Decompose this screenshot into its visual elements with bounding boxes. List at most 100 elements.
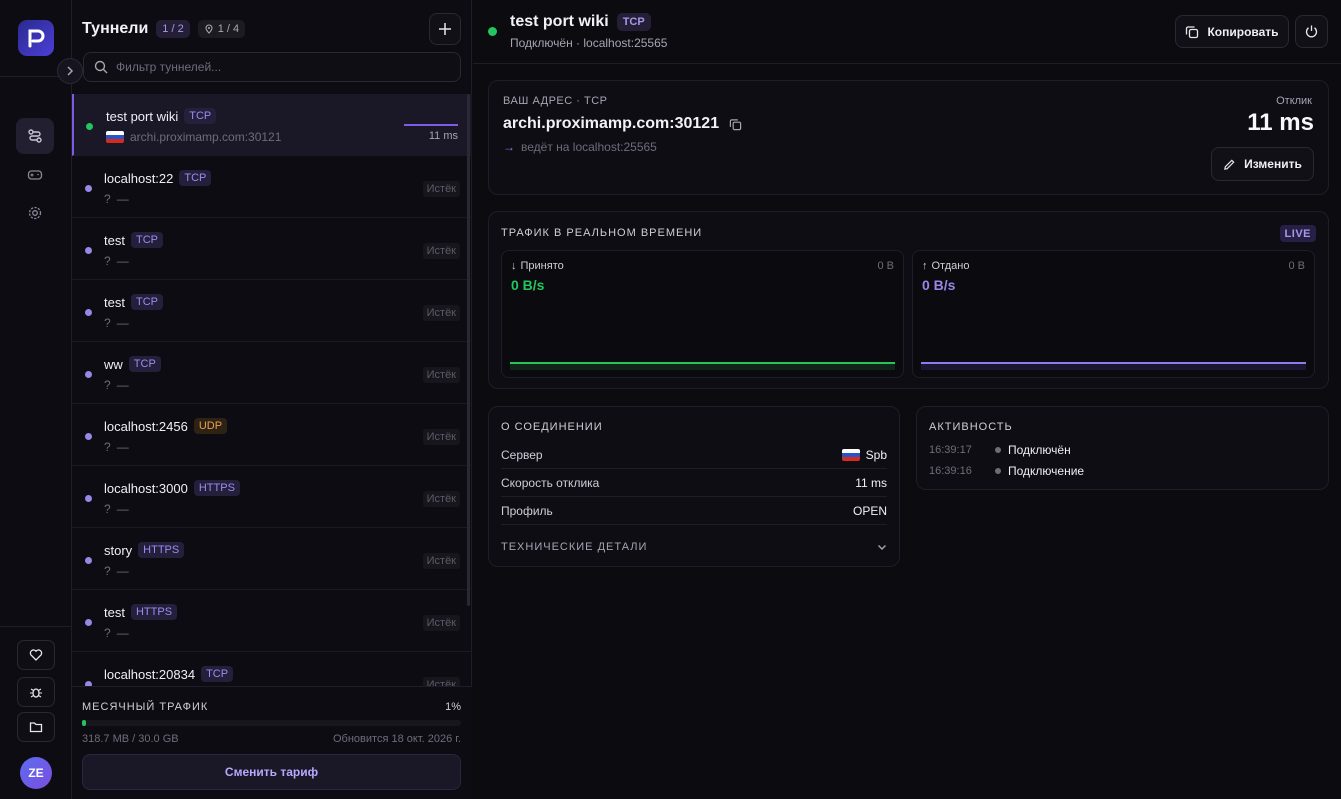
latency-row: Скорость отклика 11 ms: [501, 469, 887, 497]
tunnel-name: test port wiki: [106, 108, 179, 124]
tunnel-item[interactable]: test HTTPS ? — Истёк: [72, 590, 472, 652]
tunnel-name-row: test HTTPS: [104, 604, 178, 620]
tunnel-details: test port wiki TCP Подключён · localhost…: [473, 0, 1341, 799]
activity-item: 16:39:17 Подключён: [929, 443, 1071, 457]
tunnel-name: ww: [104, 356, 123, 372]
tunnel-item[interactable]: localhost:22 TCP ? — Истёк: [72, 156, 472, 218]
empty-address: —: [116, 378, 129, 392]
offline-status-dot: [85, 619, 92, 626]
tunnel-item[interactable]: test port wiki TCP archi.proximamp.com:3…: [72, 94, 472, 156]
gamepad-icon: [27, 170, 43, 180]
activity-item: 16:39:16 Подключение: [929, 464, 1084, 478]
received-label: Принято: [520, 260, 564, 272]
tunnel-list-scrollbar[interactable]: [467, 94, 470, 606]
unknown-location: ?: [104, 192, 111, 206]
received-rate: 0 B/s: [511, 277, 545, 293]
latency-caption: Отклик: [1276, 95, 1312, 107]
search-icon: [94, 60, 108, 74]
expired-badge: Истёк: [422, 553, 460, 569]
unknown-location: ?: [104, 254, 111, 268]
offline-status-dot: [85, 495, 92, 502]
tunnel-name: test: [104, 604, 125, 620]
arrow-right-icon: →: [503, 140, 515, 154]
profile-label: Профиль: [501, 503, 553, 518]
traffic-renew-date: Обновится 18 окт. 2026 г.: [333, 733, 461, 745]
change-plan-button[interactable]: Сменить тариф: [82, 754, 461, 790]
nav-tunnels-button[interactable]: [16, 118, 54, 154]
tunnel-item[interactable]: localhost:2456 UDP ? — Истёк: [72, 404, 472, 466]
empty-address: —: [116, 254, 129, 268]
server-row: Сервер Spb: [501, 441, 887, 469]
address-card: ВАШ АДРЕС · TCP archi.proximamp.com:3012…: [488, 80, 1329, 195]
connection-card: О СОЕДИНЕНИИ Сервер Spb Скорость отклика…: [488, 406, 900, 567]
tunnel-name-row: localhost:3000 HTTPS: [104, 480, 240, 496]
empty-address: —: [116, 440, 129, 454]
report-bug-button[interactable]: [17, 677, 55, 707]
activity-dot: [995, 468, 1001, 474]
tunnel-item[interactable]: localhost:3000 HTTPS ? — Истёк: [72, 466, 472, 528]
technical-details-label: ТЕХНИЧЕСКИЕ ДЕТАЛИ: [501, 541, 648, 553]
tunnel-name-row: ww TCP: [104, 356, 161, 372]
add-tunnel-button[interactable]: [429, 13, 461, 45]
collapse-toggle-button[interactable]: [57, 58, 83, 84]
connection-subtitle: Подключён · localhost:25565: [510, 36, 668, 50]
tunnel-name: localhost:22: [104, 170, 174, 186]
locations-badge: 1 / 4: [197, 20, 246, 38]
tunnel-list: test port wiki TCP archi.proximamp.com:3…: [72, 94, 472, 686]
latency-value: 11 ms: [1247, 109, 1314, 136]
tunnel-name: test: [104, 294, 125, 310]
live-badge: LIVE: [1279, 225, 1316, 242]
tunnel-name: test: [104, 232, 125, 248]
tunnel-item[interactable]: test TCP ? — Истёк: [72, 218, 472, 280]
copy-address-icon[interactable]: [729, 118, 742, 131]
profile-row: Профиль OPEN: [501, 497, 887, 525]
tunnel-filter-input[interactable]: [116, 60, 460, 74]
tunnel-item[interactable]: localhost:20834TCP ?— Истёк: [72, 652, 472, 686]
nav-settings-button[interactable]: [16, 195, 54, 231]
activity-dot: [995, 447, 1001, 453]
russia-flag-icon: [841, 448, 860, 461]
tunnel-title: test port wiki: [510, 13, 609, 30]
tunnel-address-row: ? —: [104, 564, 129, 578]
unknown-location: ?: [104, 440, 111, 454]
connection-caption: О СОЕДИНЕНИИ: [501, 421, 603, 433]
tunnel-address-row: ? —: [104, 192, 129, 206]
nav-games-button[interactable]: [16, 157, 54, 193]
technical-details-toggle[interactable]: ТЕХНИЧЕСКИЕ ДЕТАЛИ: [501, 541, 887, 553]
tunnel-name-row: test TCP: [104, 232, 163, 248]
online-status-dot: [86, 123, 93, 130]
monthly-traffic: МЕСЯЧНЫЙ ТРАФИК 1% 318.7 MB / 30.0 GB Об…: [72, 686, 472, 799]
activity-caption: АКТИВНОСТЬ: [929, 421, 1013, 433]
monthly-traffic-label: МЕСЯЧНЫЙ ТРАФИК: [82, 701, 209, 713]
sent-total: 0 B: [1288, 260, 1305, 272]
edit-button[interactable]: Изменить: [1211, 147, 1314, 181]
tunnel-item[interactable]: test TCP ? — Истёк: [72, 280, 472, 342]
tunnel-item[interactable]: story HTTPS ? — Истёк: [72, 528, 472, 590]
protocol-badge: TCP: [130, 232, 163, 248]
tunnel-item[interactable]: ww TCP ? — Истёк: [72, 342, 472, 404]
copy-button[interactable]: Копировать: [1175, 15, 1289, 48]
pencil-icon: [1224, 158, 1235, 170]
user-avatar[interactable]: ZE: [20, 757, 52, 789]
disconnect-button[interactable]: [1295, 15, 1328, 48]
arrow-up-icon: ↑: [922, 260, 928, 272]
favorites-button[interactable]: [17, 640, 55, 670]
protocol-badge: HTTPS: [130, 604, 178, 620]
edit-button-label: Изменить: [1244, 157, 1302, 171]
plus-icon: [439, 23, 451, 35]
expired-badge: Истёк: [422, 243, 460, 259]
offline-status-dot: [85, 185, 92, 192]
tunnel-name: localhost:20834: [104, 666, 196, 682]
protocol-badge: TCP: [616, 13, 651, 31]
unknown-location: ?: [104, 626, 111, 640]
offline-status-dot: [85, 433, 92, 440]
protocol-badge: HTTPS: [138, 542, 185, 558]
bug-icon: [30, 688, 42, 698]
location-pin-icon: [205, 24, 213, 34]
sent-label: Отдано: [931, 260, 970, 272]
protocol-badge: TCP: [201, 666, 234, 682]
ping-bar: [404, 124, 458, 126]
russia-flag-icon: [106, 131, 124, 143]
open-folder-button[interactable]: [17, 712, 55, 742]
app-logo[interactable]: [18, 20, 54, 56]
